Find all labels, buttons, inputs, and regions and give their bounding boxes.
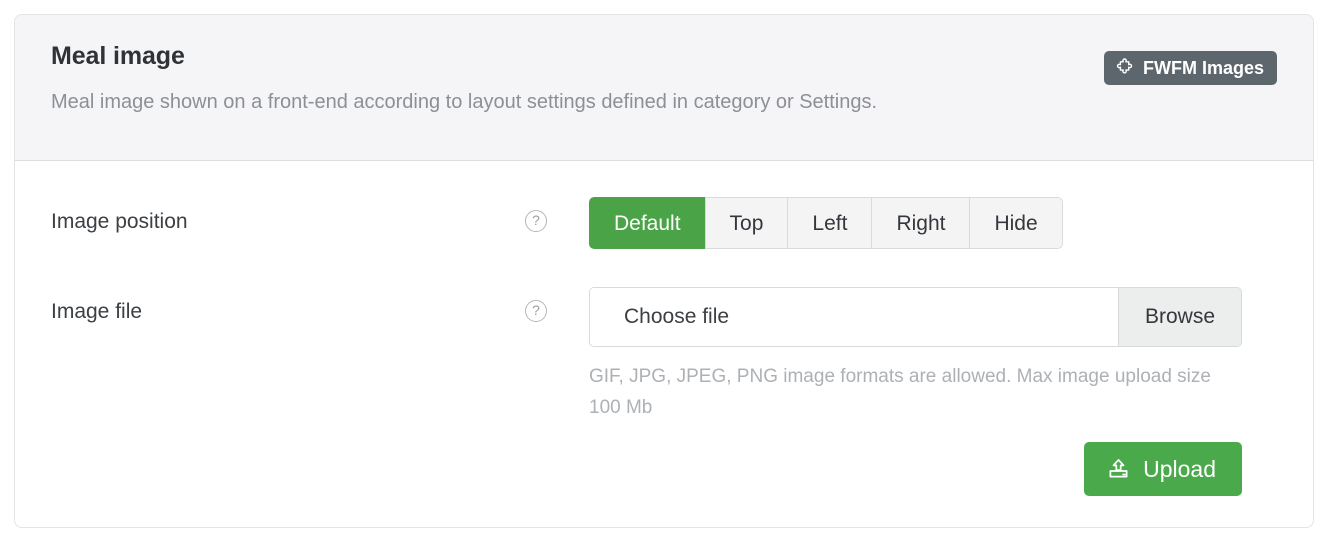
upload-button-wrap: Upload [589, 442, 1242, 496]
image-position-option-left[interactable]: Left [787, 197, 872, 249]
image-position-label: Image position [51, 210, 188, 233]
question-mark-icon[interactable]: ? [525, 210, 547, 232]
puzzle-icon [1115, 58, 1135, 78]
card-body: Image position ? Default Top Left Right … [15, 161, 1313, 496]
file-format-hint: GIF, JPG, JPEG, PNG image formats are al… [589, 366, 1211, 418]
image-position-option-default[interactable]: Default [589, 197, 705, 249]
image-position-option-right[interactable]: Right [871, 197, 970, 249]
image-position-help-cell: ? [525, 197, 589, 232]
image-file-label: Image file [51, 300, 143, 323]
image-position-option-top[interactable]: Top [704, 197, 788, 249]
image-position-option-hide[interactable]: Hide [969, 197, 1063, 249]
image-file-help-cell: ? [525, 287, 589, 322]
meal-image-card: Meal image Meal image shown on a front-e… [14, 14, 1314, 528]
badge-label: FWFM Images [1142, 57, 1264, 78]
page-root: Meal image Meal image shown on a front-e… [0, 0, 1328, 546]
fwfm-images-badge[interactable]: FWFM Images [1103, 51, 1277, 85]
question-mark-icon[interactable]: ? [525, 300, 547, 322]
upload-icon [1106, 457, 1131, 482]
form-row-image-file: Image file ? Choose file Browse GIF, JPG… [51, 287, 1277, 496]
card-description: Meal image shown on a front-end accordin… [51, 91, 878, 113]
form-row-image-position: Image position ? Default Top Left Right … [51, 197, 1277, 249]
image-file-control: Choose file Browse GIF, JPG, JPEG, PNG i… [589, 287, 1277, 496]
image-position-control: Default Top Left Right Hide [589, 197, 1277, 249]
upload-button-label: Upload [1143, 455, 1216, 482]
card-header: Meal image Meal image shown on a front-e… [15, 15, 1313, 161]
file-input-group[interactable]: Choose file Browse [589, 287, 1242, 347]
image-position-button-group: Default Top Left Right Hide [589, 197, 1063, 249]
browse-button[interactable]: Browse [1117, 288, 1241, 346]
file-name-display[interactable]: Choose file [590, 288, 1118, 346]
page-title: Meal image [51, 42, 185, 70]
upload-button[interactable]: Upload [1084, 442, 1242, 496]
